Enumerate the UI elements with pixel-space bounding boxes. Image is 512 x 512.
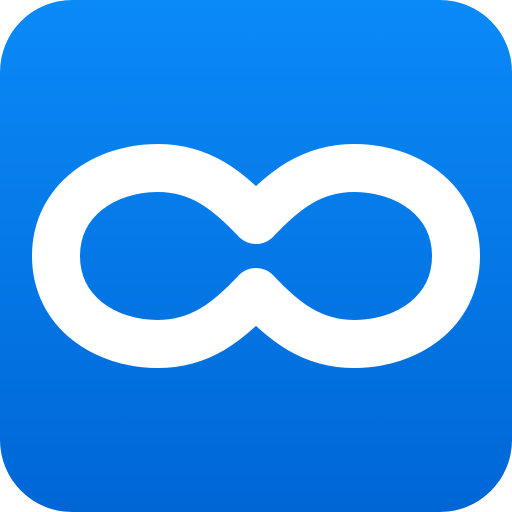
app-icon[interactable] bbox=[0, 0, 512, 512]
app-icon-graphic bbox=[0, 0, 512, 512]
